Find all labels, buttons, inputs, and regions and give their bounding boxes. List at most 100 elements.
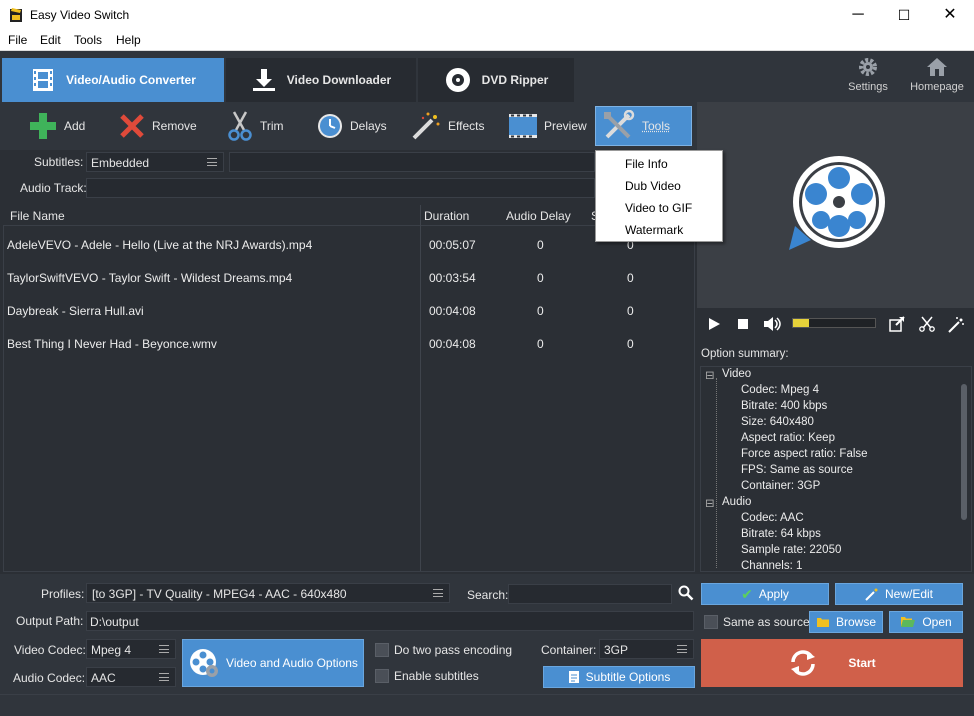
two-pass-checkbox[interactable] xyxy=(375,643,389,657)
summary-scrollbar[interactable] xyxy=(961,384,967,520)
gear-icon xyxy=(859,58,877,76)
dropdown-icon xyxy=(159,645,169,653)
two-pass-label: Do two pass encoding xyxy=(394,643,513,657)
minimize-button[interactable]: ─ xyxy=(835,0,881,30)
external-window-icon[interactable] xyxy=(889,316,905,332)
search-input[interactable] xyxy=(508,584,672,604)
maximize-button[interactable]: ☐ xyxy=(881,0,927,30)
row-duration: 00:05:07 xyxy=(429,238,476,252)
menu-item-video-to-gif[interactable]: Video to GIF xyxy=(625,201,692,215)
video-audio-options-button[interactable]: Video and Audio Options xyxy=(182,639,364,687)
collapse-video-icon[interactable]: ⊟ xyxy=(705,368,715,382)
cut-icon[interactable] xyxy=(919,316,935,332)
col-duration[interactable]: Duration xyxy=(424,209,469,223)
collapse-audio-icon[interactable]: ⊟ xyxy=(705,496,715,510)
menu-tools[interactable]: Tools xyxy=(74,33,102,47)
tools-label: Tools xyxy=(642,119,671,133)
menu-item-dub-video[interactable]: Dub Video xyxy=(625,179,681,193)
app-logo-icon xyxy=(10,8,22,22)
tab-dvd-ripper[interactable]: DVD Ripper xyxy=(418,58,574,102)
tree-item: FPS: Same as source xyxy=(741,464,853,476)
row-file-name: TaylorSwiftVEVO - Taylor Swift - Wildest… xyxy=(7,271,293,285)
open-button[interactable]: Open xyxy=(889,611,963,633)
tree-item: Size: 640x480 xyxy=(741,416,814,428)
play-icon[interactable] xyxy=(707,317,721,331)
checkmark-icon: ✔ xyxy=(741,585,753,602)
tree-item: Codec: Mpeg 4 xyxy=(741,384,819,396)
start-button[interactable]: Start xyxy=(701,639,963,687)
homepage-button[interactable]: Homepage xyxy=(905,56,969,98)
tab-video-audio-converter[interactable]: Video/Audio Converter xyxy=(2,58,224,102)
video-codec-label: Video Codec: xyxy=(14,643,86,657)
tree-item: Container: 3GP xyxy=(741,480,821,492)
stop-icon[interactable] xyxy=(737,318,749,330)
settings-button[interactable]: Settings xyxy=(836,56,900,98)
col-audio-delay[interactable]: Audio Delay xyxy=(506,209,571,223)
effects-wand-icon[interactable] xyxy=(948,316,965,333)
profiles-select[interactable]: [to 3GP] - TV Quality - MPEG4 - AAC - 64… xyxy=(86,583,450,603)
homepage-label: Homepage xyxy=(910,81,964,93)
title-bar: Easy Video Switch ─ ☐ ✕ xyxy=(0,0,974,30)
table-row[interactable]: Daybreak - Sierra Hull.avi 00:04:08 0 0 xyxy=(3,294,695,327)
new-edit-button[interactable]: New/Edit xyxy=(835,583,963,605)
start-label: Start xyxy=(848,656,876,670)
browse-button[interactable]: Browse xyxy=(809,611,883,633)
dropdown-icon xyxy=(207,158,217,166)
audio-track-select[interactable] xyxy=(86,178,595,198)
scissors-icon xyxy=(228,111,252,141)
volume-slider[interactable] xyxy=(792,318,876,328)
home-icon xyxy=(927,58,947,76)
table-row[interactable]: AdeleVEVO - Adele - Hello (Live at the N… xyxy=(3,228,695,261)
volume-level xyxy=(793,319,810,327)
edit-wand-icon xyxy=(865,588,878,601)
enable-subtitles-checkbox[interactable] xyxy=(375,669,389,683)
trim-button[interactable]: Trim xyxy=(226,106,284,146)
preview-film-icon xyxy=(509,114,537,138)
remove-button[interactable]: Remove xyxy=(118,106,197,146)
add-button[interactable]: Add xyxy=(28,106,85,146)
same-as-source-checkbox[interactable] xyxy=(704,615,718,629)
row-subtitle-delay: 0 xyxy=(627,304,634,318)
open-folder-icon xyxy=(901,617,916,627)
table-row[interactable]: TaylorSwiftVEVO - Taylor Swift - Wildest… xyxy=(3,261,695,294)
delays-button[interactable]: Delays xyxy=(316,106,387,146)
audio-codec-label: Audio Codec: xyxy=(13,671,86,685)
effects-button[interactable]: Effects xyxy=(410,106,484,146)
menu-file[interactable]: File xyxy=(8,33,27,47)
remove-label: Remove xyxy=(152,119,197,133)
tools-button[interactable]: Tools xyxy=(595,106,692,146)
tools-icon xyxy=(604,110,635,139)
preview-button[interactable]: Preview xyxy=(508,106,587,146)
tab-label: Video/Audio Converter xyxy=(66,73,196,87)
refresh-icon xyxy=(791,650,816,676)
menu-help[interactable]: Help xyxy=(116,33,141,47)
close-button[interactable]: ✕ xyxy=(927,0,973,30)
magic-wand-icon xyxy=(412,112,440,140)
delays-label: Delays xyxy=(350,119,387,133)
player-controls xyxy=(697,308,974,342)
subtitles-select[interactable]: Embedded xyxy=(86,152,224,172)
settings-label: Settings xyxy=(848,81,888,93)
subtitle-options-label: Subtitle Options xyxy=(585,670,671,684)
subtitle-options-button[interactable]: Subtitle Options xyxy=(543,666,695,688)
row-subtitle-delay: 0 xyxy=(627,337,634,351)
volume-icon[interactable] xyxy=(763,316,783,332)
container-select[interactable]: 3GP xyxy=(599,639,694,659)
apply-button[interactable]: ✔ Apply xyxy=(701,583,829,605)
clock-icon xyxy=(318,114,342,138)
menu-item-file-info[interactable]: File Info xyxy=(625,157,668,171)
output-path-input[interactable]: D:\output xyxy=(86,611,694,631)
tab-video-downloader[interactable]: Video Downloader xyxy=(226,58,416,102)
search-icon[interactable] xyxy=(678,585,694,601)
tree-group-video: Video xyxy=(722,368,752,380)
subtitles-extra-field[interactable] xyxy=(229,152,595,172)
menu-edit[interactable]: Edit xyxy=(40,33,61,47)
menu-item-watermark[interactable]: Watermark xyxy=(625,223,683,237)
row-audio-delay: 0 xyxy=(537,271,544,285)
col-file-name[interactable]: File Name xyxy=(10,209,65,223)
row-file-name: AdeleVEVO - Adele - Hello (Live at the N… xyxy=(7,238,313,252)
tree-item: Bitrate: 64 kbps xyxy=(741,528,821,540)
audio-codec-select[interactable]: AAC xyxy=(86,667,176,687)
table-row[interactable]: Best Thing I Never Had - Beyonce.wmv 00:… xyxy=(3,327,695,360)
video-codec-select[interactable]: Mpeg 4 xyxy=(86,639,176,659)
